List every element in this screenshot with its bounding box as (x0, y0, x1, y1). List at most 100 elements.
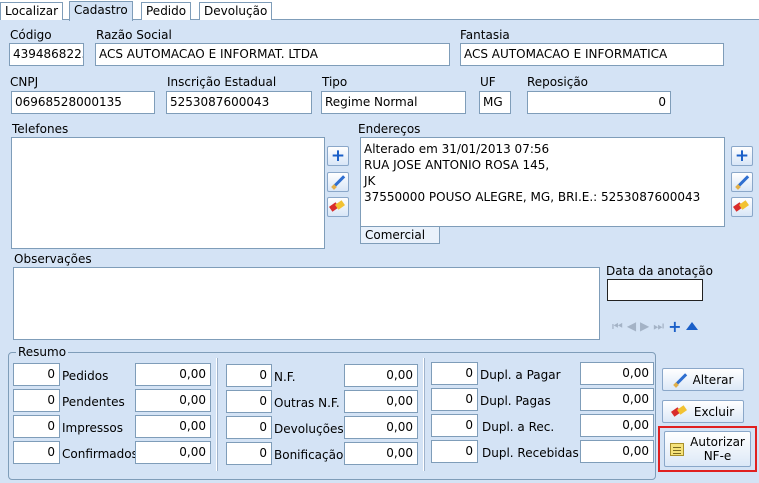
dupl-rec-value: 0,00 (580, 414, 654, 437)
pedidos-label: Pedidos (62, 369, 109, 383)
tipo-field[interactable]: Regime Normal (321, 91, 466, 114)
alterar-label: Alterar (692, 372, 734, 387)
outras-nf-value: 0,00 (344, 390, 418, 413)
plus-icon: + (734, 146, 750, 166)
devolucoes-value: 0,00 (344, 416, 418, 439)
reposicao-field[interactable]: 0 (527, 91, 671, 114)
tab-comercial[interactable]: Comercial (360, 227, 440, 244)
pendentes-count: 0 (13, 389, 60, 412)
last-icon[interactable]: ⏭ (653, 319, 664, 334)
eraser-icon (330, 202, 346, 212)
tab-devolucao[interactable]: Devolução (199, 2, 273, 20)
prev-icon[interactable]: ◀ (627, 319, 636, 333)
fantasia-label: Fantasia (460, 28, 510, 42)
dupl-pagar-count: 0 (431, 362, 478, 385)
up-icon[interactable] (685, 322, 698, 330)
fantasia-field[interactable]: ACS AUTOMACAO E INFORMATICA (460, 43, 724, 66)
resumo-separator (423, 358, 425, 471)
nf-label: N.F. (274, 370, 296, 384)
alterar-button[interactable]: Alterar (662, 368, 744, 391)
cnpj-field[interactable]: 06968528000135 (11, 91, 155, 114)
razao-social-label: Razão Social (96, 28, 172, 42)
data-anotacao-field[interactable] (607, 279, 703, 301)
telefone-add-button[interactable]: + (327, 146, 349, 166)
endereco-line: Alterado em 31/01/2013 07:56 (364, 142, 550, 156)
dupl-recebidas-value: 0,00 (580, 440, 654, 463)
autorizar-label-line1: Autorizar (690, 435, 745, 449)
dupl-pagas-label: Dupl. Pagas (480, 394, 551, 408)
reposicao-label: Reposição (527, 75, 589, 89)
enderecos-list[interactable]: Alterado em 31/01/2013 07:56 RUA JOSE AN… (360, 137, 725, 227)
razao-social-field[interactable]: ACS AUTOMACAO E INFORMAT. LTDA (95, 43, 450, 66)
next-icon[interactable]: ▶ (640, 319, 649, 333)
telefone-edit-button[interactable] (327, 172, 349, 192)
telefones-list[interactable] (11, 137, 325, 249)
uf-field[interactable]: MG (479, 91, 511, 114)
telefones-label: Telefones (12, 122, 69, 136)
autorizar-label-line2: NF-e (703, 449, 732, 463)
cadastro-panel: Código 4394868225 Razão Social ACS AUTOM… (0, 20, 759, 483)
tab-cadastro[interactable]: Cadastro (69, 1, 133, 21)
endereco-delete-button[interactable] (731, 197, 753, 217)
tab-localizar[interactable]: Localizar (0, 2, 64, 20)
tab-bar: Localizar Cadastro Pedido Devolução (0, 0, 759, 21)
impressos-value: 0,00 (135, 415, 211, 438)
confirmados-count: 0 (13, 441, 60, 464)
nf-value: 0,00 (344, 364, 418, 387)
devolucoes-count: 0 (226, 416, 272, 439)
endereco-add-button[interactable]: + (731, 146, 753, 166)
dupl-pagas-value: 0,00 (580, 388, 654, 411)
anotacao-navigator: ⏮ ◀ ▶ ⏭ + (612, 317, 698, 336)
tab-pedido[interactable]: Pedido (141, 2, 192, 20)
inscricao-field[interactable]: 5253087600043 (166, 91, 312, 114)
pencil-icon (735, 175, 749, 189)
bonificacao-label: Bonificação (274, 448, 344, 462)
telefone-delete-button[interactable] (327, 197, 349, 217)
dupl-pagar-value: 0,00 (580, 362, 654, 385)
note-icon (670, 442, 685, 456)
codigo-field[interactable]: 4394868225 (9, 43, 84, 66)
confirmados-label: Confirmados (62, 447, 138, 461)
plus-icon: + (330, 146, 346, 166)
observacoes-textarea[interactable] (13, 267, 600, 340)
endereco-line: JK (364, 174, 376, 188)
pedidos-value: 0,00 (135, 363, 211, 386)
eraser-icon (734, 202, 750, 212)
pencil-icon (331, 175, 345, 189)
confirmados-value: 0,00 (135, 441, 211, 464)
autorizar-label: Autorizar NF-e (690, 435, 745, 463)
cnpj-label: CNPJ (10, 75, 39, 89)
resumo-separator (216, 358, 218, 471)
dupl-pagar-label: Dupl. a Pagar (480, 368, 561, 382)
plus-icon[interactable]: + (668, 317, 681, 336)
pendentes-value: 0,00 (135, 389, 211, 412)
devolucoes-label: Devoluções (274, 422, 344, 436)
bonificacao-count: 0 (226, 442, 272, 465)
pedidos-count: 0 (13, 363, 60, 386)
outras-nf-count: 0 (226, 390, 272, 413)
pendentes-label: Pendentes (62, 395, 125, 409)
dupl-recebidas-label: Dupl. Recebidas (482, 446, 579, 460)
dupl-rec-count: 0 (431, 414, 478, 437)
eraser-icon (672, 407, 688, 417)
data-anotacao-label: Data da anotação (606, 264, 713, 278)
inscricao-label: Inscrição Estadual (167, 75, 277, 89)
impressos-count: 0 (13, 415, 60, 438)
first-icon[interactable]: ⏮ (612, 319, 623, 334)
observacoes-label: Observações (14, 252, 92, 266)
resumo-label: Resumo (16, 345, 69, 359)
outras-nf-label: Outras N.F. (274, 396, 340, 410)
impressos-label: Impressos (62, 421, 123, 435)
tipo-label: Tipo (322, 75, 348, 89)
autorizar-nfe-button[interactable]: Autorizar NF-e (664, 431, 751, 467)
endereco-edit-button[interactable] (731, 172, 753, 192)
excluir-button[interactable]: Excluir (662, 400, 744, 423)
endereco-line: RUA JOSE ANTONIO ROSA 145, (364, 158, 550, 172)
bonificacao-value: 0,00 (344, 442, 418, 465)
endereco-line: 37550000 POUSO ALEGRE, MG, BRI.E.: 52530… (364, 190, 701, 204)
enderecos-label: Endereços (358, 122, 421, 136)
dupl-pagas-count: 0 (431, 388, 478, 411)
codigo-label: Código (10, 28, 52, 42)
nf-count: 0 (226, 364, 272, 387)
dupl-recebidas-count: 0 (431, 440, 478, 463)
